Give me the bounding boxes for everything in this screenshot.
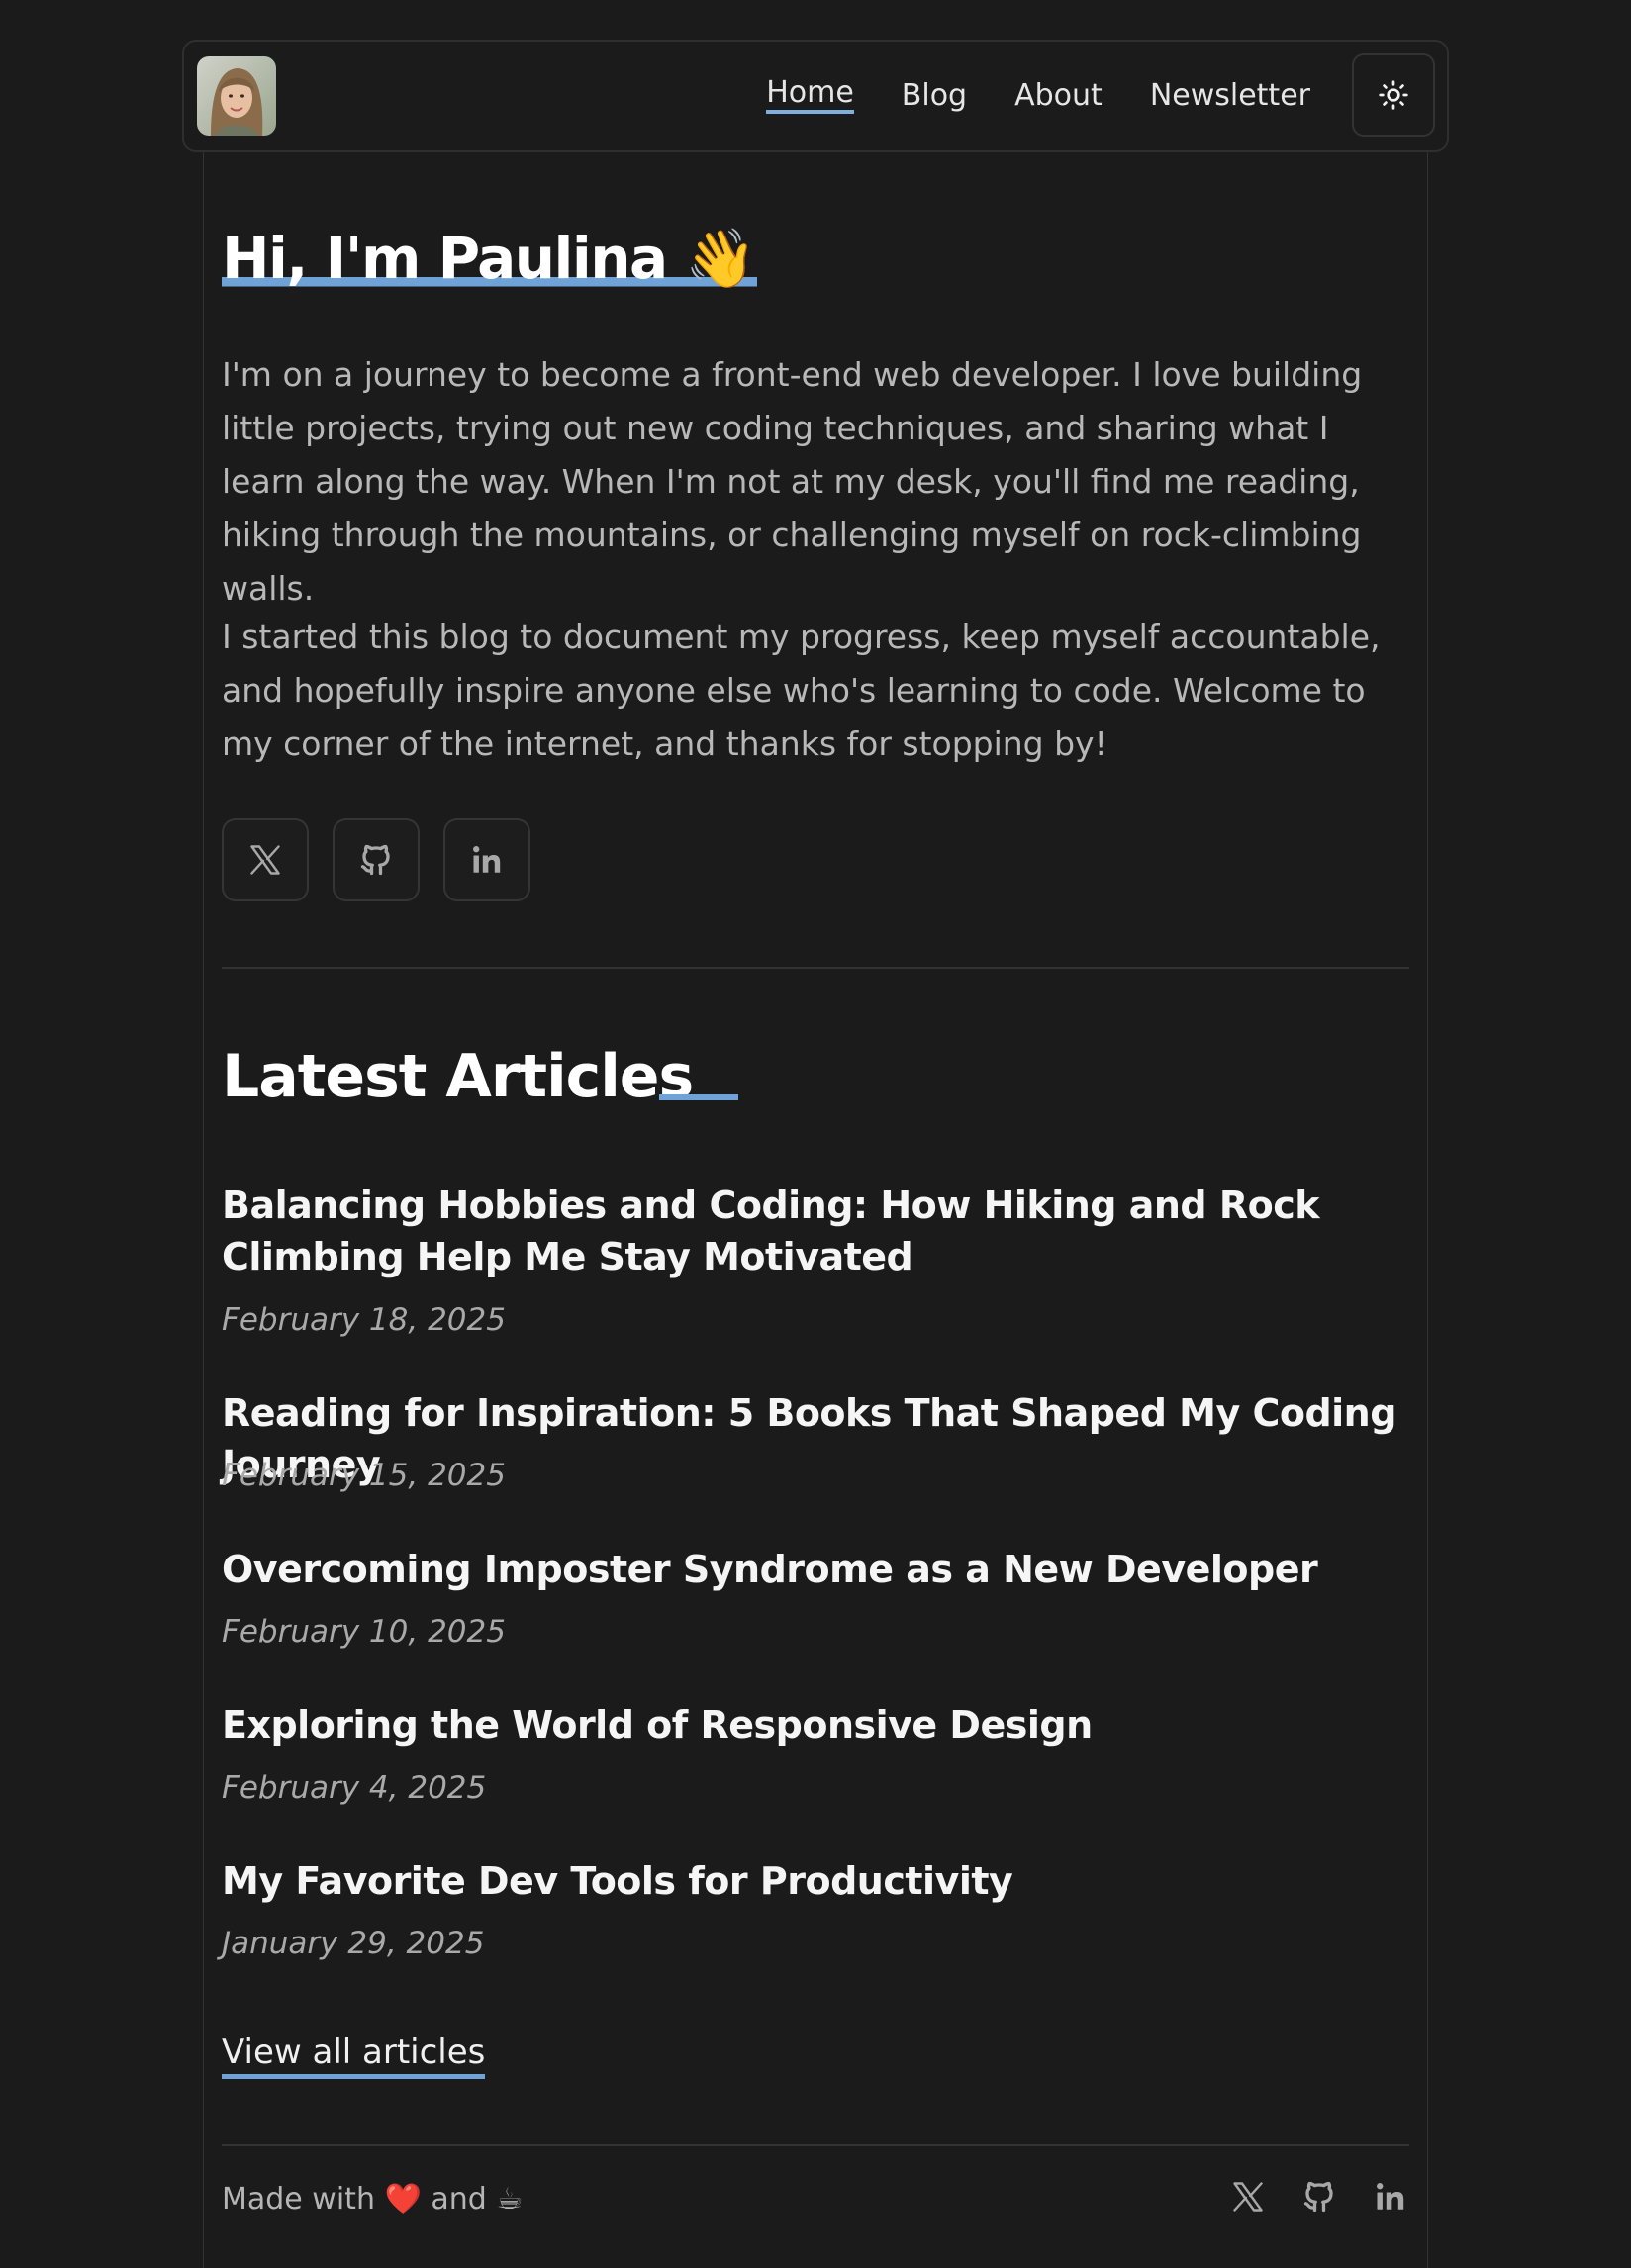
article-date: February 15, 2025 <box>222 1458 506 1493</box>
nav-links: Home Blog About Newsletter <box>766 42 1310 150</box>
heading-accent-bar <box>659 1094 738 1100</box>
footer-linkedin-link[interactable] <box>1372 2175 1409 2219</box>
x-icon <box>1233 2182 1263 2212</box>
footer-divider <box>222 2144 1409 2146</box>
hero-title-text: Hi, I'm Paulina <box>222 225 668 292</box>
latest-articles-heading: Latest Articles <box>222 1042 694 1111</box>
footer-made-with: Made with <box>222 2182 375 2217</box>
linkedin-icon <box>473 846 501 873</box>
github-icon <box>360 844 390 876</box>
linkedin-icon <box>1377 2183 1404 2210</box>
sun-icon <box>1379 80 1408 110</box>
wave-emoji-icon: 👋 <box>685 225 756 292</box>
coffee-icon: ☕ <box>496 2182 524 2217</box>
intro-paragraph: I'm on a journey to become a front-end w… <box>222 355 1363 608</box>
nav-link-blog[interactable]: Blog <box>902 81 967 111</box>
nav-link-home[interactable]: Home <box>766 78 854 114</box>
article-title-link[interactable]: My Favorite Dev Tools for Productivity <box>222 1855 1409 1907</box>
section-divider <box>222 967 1409 969</box>
footer-github-link[interactable] <box>1300 2175 1338 2219</box>
linkedin-link-button[interactable] <box>443 818 530 901</box>
social-links <box>222 818 530 901</box>
navbar: Home Blog About Newsletter <box>182 40 1449 152</box>
nav-link-about[interactable]: About <box>1014 81 1103 111</box>
article-date: January 29, 2025 <box>222 1926 485 1961</box>
avatar[interactable] <box>197 56 276 136</box>
footer-credit: Made with ❤️ and ☕ <box>222 2178 523 2221</box>
article-title-link[interactable]: Balancing Hobbies and Coding: How Hiking… <box>222 1180 1409 1282</box>
nav-link-newsletter[interactable]: Newsletter <box>1150 81 1310 111</box>
hero-title: Hi, I'm Paulina 👋 <box>222 224 758 293</box>
theme-toggle-button[interactable] <box>1352 53 1435 137</box>
github-icon <box>1303 2181 1333 2213</box>
article-date: February 10, 2025 <box>222 1614 506 1650</box>
footer-and: and <box>431 2182 487 2217</box>
x-link-button[interactable] <box>222 818 309 901</box>
heart-icon: ❤️ <box>384 2182 422 2217</box>
article-date: February 18, 2025 <box>222 1302 506 1338</box>
github-link-button[interactable] <box>333 818 420 901</box>
blog-purpose-paragraph: I started this blog to document my progr… <box>222 617 1381 763</box>
footer-social-links <box>1229 2175 1409 2219</box>
article-title-link[interactable]: Exploring the World of Responsive Design <box>222 1699 1409 1750</box>
x-icon <box>250 845 280 875</box>
article-date: February 4, 2025 <box>222 1770 487 1806</box>
footer-x-link[interactable] <box>1229 2175 1267 2219</box>
view-all-articles-link[interactable]: View all articles <box>222 2031 486 2079</box>
article-title-link[interactable]: Overcoming Imposter Syndrome as a New De… <box>222 1544 1409 1595</box>
avatar-image <box>197 56 276 136</box>
